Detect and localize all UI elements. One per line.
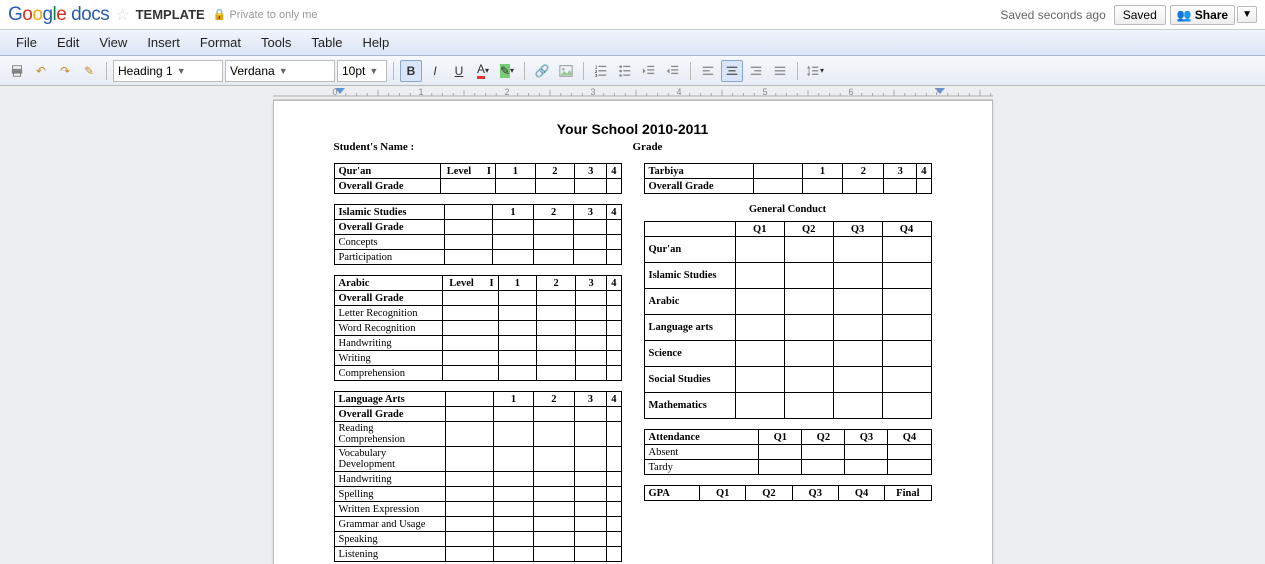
star-icon[interactable]: ☆	[115, 5, 129, 25]
app-header: Google docs ☆ TEMPLATE 🔒 Private to only…	[0, 0, 1265, 30]
redo-icon[interactable]: ↷	[54, 60, 76, 82]
subject-table: Islamic Studies1234Overall GradeConcepts…	[334, 204, 622, 265]
tarbiya-table: Tarbiya1234Overall Grade	[644, 163, 932, 194]
page-title: Your School 2010-2011	[334, 121, 932, 137]
student-name-label: Student's Name :	[334, 141, 633, 153]
share-dropdown[interactable]: ▼	[1237, 6, 1257, 23]
left-column: Qur'anLevel I1234Overall Grade Islamic St…	[334, 163, 622, 564]
subject-table: Qur'anLevel I1234Overall Grade	[334, 163, 622, 194]
align-left-icon[interactable]	[697, 60, 719, 82]
menu-view[interactable]: View	[89, 32, 137, 53]
numbered-list-icon[interactable]: 123	[590, 60, 612, 82]
svg-text:7: 7	[934, 87, 939, 97]
menu-table[interactable]: Table	[301, 32, 352, 53]
svg-text:3: 3	[595, 73, 598, 78]
toolbar: ↶ ↷ ✎ Heading 1▼ Verdana▼ 10pt▼ B I U A▾…	[0, 56, 1265, 86]
paint-format-icon[interactable]: ✎	[78, 60, 100, 82]
menu-bar: File Edit View Insert Format Tools Table…	[0, 30, 1265, 56]
link-icon[interactable]: 🔗	[531, 60, 553, 82]
saved-button[interactable]: Saved	[1114, 5, 1166, 25]
line-spacing-icon[interactable]: ▾	[804, 60, 826, 82]
document-canvas[interactable]: 0 1 2 3 4 5 6 7 Your School 2010-2011 Student's…	[0, 86, 1265, 564]
grade-label: Grade	[633, 141, 932, 153]
outdent-icon[interactable]	[638, 60, 660, 82]
paragraph-style-select[interactable]: Heading 1▼	[113, 60, 223, 82]
menu-edit[interactable]: Edit	[47, 32, 89, 53]
svg-text:2: 2	[504, 87, 509, 97]
menu-help[interactable]: Help	[352, 32, 399, 53]
font-select[interactable]: Verdana▼	[225, 60, 335, 82]
save-status: Saved seconds ago	[1000, 8, 1105, 22]
right-column: Tarbiya1234Overall Grade General Conduct…	[644, 163, 932, 564]
conduct-table: Q1Q2Q3Q4 Qur'anIslamic StudiesArabicLang…	[644, 221, 932, 419]
svg-text:1: 1	[418, 87, 423, 97]
google-logo: Google docs	[8, 4, 109, 26]
subject-table: ArabicLevel I1234Overall GradeLetter Rec…	[334, 275, 622, 381]
text-color-icon[interactable]: A▾	[472, 60, 494, 82]
bullet-list-icon[interactable]	[614, 60, 636, 82]
align-center-icon[interactable]	[721, 60, 743, 82]
conduct-title: General Conduct	[644, 204, 932, 215]
document-title[interactable]: TEMPLATE	[136, 7, 205, 22]
svg-text:3: 3	[590, 87, 595, 97]
undo-icon[interactable]: ↶	[30, 60, 52, 82]
svg-text:4: 4	[676, 87, 681, 97]
svg-text:0: 0	[332, 87, 337, 97]
horizontal-ruler[interactable]: 0 1 2 3 4 5 6 7	[273, 86, 993, 100]
gpa-table: GPAQ1Q2Q3Q4Final	[644, 485, 932, 501]
underline-icon[interactable]: U	[448, 60, 470, 82]
share-button[interactable]: 👥Share	[1170, 5, 1235, 25]
menu-tools[interactable]: Tools	[251, 32, 301, 53]
indent-icon[interactable]	[662, 60, 684, 82]
svg-text:6: 6	[848, 87, 853, 97]
bold-icon[interactable]: B	[400, 60, 422, 82]
attendance-table: AttendanceQ1Q2Q3Q4 Absent Tardy	[644, 429, 932, 475]
italic-icon[interactable]: I	[424, 60, 446, 82]
align-justify-icon[interactable]	[769, 60, 791, 82]
subject-table: Language Arts1234Overall GradeReading Co…	[334, 391, 622, 562]
font-size-select[interactable]: 10pt▼	[337, 60, 387, 82]
image-icon[interactable]	[555, 60, 577, 82]
svg-text:5: 5	[762, 87, 767, 97]
align-right-icon[interactable]	[745, 60, 767, 82]
privacy-indicator[interactable]: 🔒 Private to only me	[213, 8, 318, 21]
highlight-icon[interactable]: ✎▾	[496, 60, 518, 82]
document-page[interactable]: Your School 2010-2011 Student's Name : G…	[273, 100, 993, 564]
menu-file[interactable]: File	[6, 32, 47, 53]
menu-format[interactable]: Format	[190, 32, 251, 53]
print-icon[interactable]	[6, 60, 28, 82]
share-icon: 👥	[1177, 8, 1192, 22]
menu-insert[interactable]: Insert	[137, 32, 190, 53]
